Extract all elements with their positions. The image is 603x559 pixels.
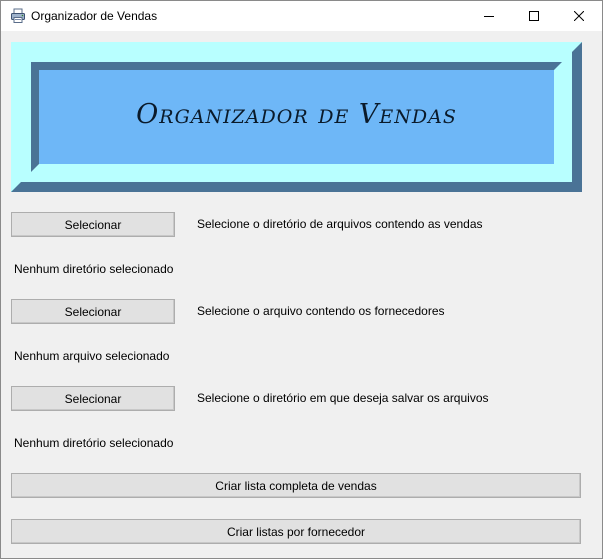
maximize-icon — [528, 11, 539, 21]
create-supplier-lists-button[interactable]: Criar listas por fornecedor — [11, 519, 581, 544]
minimize-icon — [483, 11, 494, 21]
sales-directory-description: Selecione o diretório de arquivos conten… — [197, 217, 483, 231]
create-full-sales-list-button[interactable]: Criar lista completa de vendas — [11, 473, 581, 498]
maximize-button[interactable] — [511, 1, 556, 31]
output-directory-status: Nenhum diretório selecionado — [14, 436, 174, 450]
window-title: Organizador de Vendas — [31, 9, 158, 23]
close-button[interactable] — [556, 1, 601, 31]
suppliers-file-status: Nenhum arquivo selecionado — [14, 349, 170, 363]
banner: Organizador de Vendas — [11, 42, 582, 192]
close-icon — [573, 11, 584, 21]
banner-title: Organizador de Vendas — [136, 98, 457, 130]
title-bar[interactable]: Organizador de Vendas — [1, 1, 602, 31]
suppliers-file-description: Selecione o arquivo contendo os forneced… — [197, 304, 445, 318]
output-directory-description: Selecione o diretório em que deseja salv… — [197, 391, 489, 405]
printer-icon — [10, 8, 26, 24]
minimize-button[interactable] — [466, 1, 511, 31]
banner-panel: Organizador de Vendas — [31, 62, 562, 172]
select-suppliers-file-button[interactable]: Selecionar — [11, 299, 175, 324]
select-sales-directory-button[interactable]: Selecionar — [11, 212, 175, 237]
sales-directory-status: Nenhum diretório selecionado — [14, 262, 174, 276]
app-window: Organizador de Vendas Organizador de Ven… — [0, 0, 603, 559]
select-output-directory-button[interactable]: Selecionar — [11, 386, 175, 411]
